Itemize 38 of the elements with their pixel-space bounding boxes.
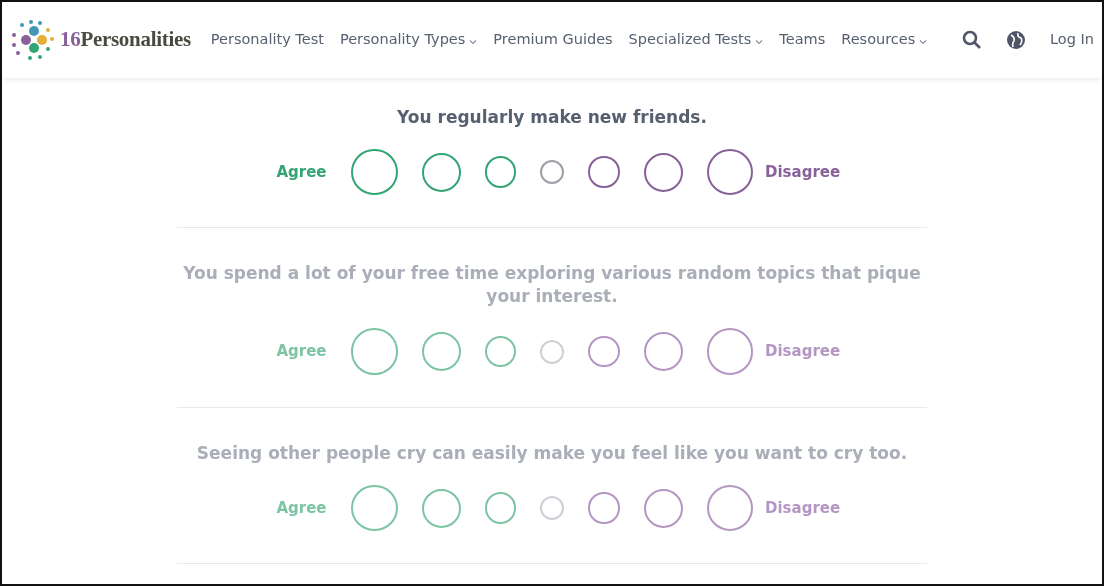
- answer-radio[interactable]: [706, 328, 753, 375]
- agree-label: Agree: [275, 161, 328, 183]
- search-icon[interactable]: [962, 30, 982, 50]
- answer-radio[interactable]: [643, 488, 683, 528]
- answer-radio[interactable]: [484, 492, 516, 524]
- nav-dropdown[interactable]: Resources: [841, 29, 928, 51]
- question-text: Seeing other people cry can easily make you feel like you want to cry too.: [195, 441, 909, 465]
- answer-radio[interactable]: [643, 332, 683, 372]
- disagree-label: Disagree: [765, 341, 840, 363]
- disagree-label: Disagree: [765, 161, 840, 183]
- answer-radio[interactable]: [421, 152, 461, 192]
- answer-radio[interactable]: [643, 152, 683, 192]
- question-text: You regularly make new friends.: [396, 106, 708, 129]
- answer-radio[interactable]: [484, 335, 516, 368]
- globe-icon[interactable]: [1006, 30, 1026, 50]
- nav-link[interactable]: Premium Guides: [493, 29, 613, 51]
- answer-radio[interactable]: [540, 160, 564, 185]
- answer-radio[interactable]: [351, 328, 398, 375]
- question-text: You spend a lot of your free time exploring various random topics that pique your interest.: [182, 262, 922, 309]
- answer-radio[interactable]: [588, 156, 620, 188]
- nav-dropdown[interactable]: Specialized Tests: [628, 29, 764, 51]
- nav-link[interactable]: Personality Test: [210, 29, 324, 51]
- answer-radio[interactable]: [484, 156, 516, 188]
- caret-icon: [919, 38, 928, 45]
- nav-link[interactable]: Teams: [779, 29, 826, 51]
- answer-radio[interactable]: [421, 488, 461, 528]
- agree-label: Agree: [275, 497, 328, 519]
- answer-radio[interactable]: [588, 492, 620, 524]
- answer-radio[interactable]: [588, 335, 620, 368]
- caret-icon: [755, 38, 764, 45]
- disagree-label: Disagree: [765, 497, 840, 519]
- agree-label: Agree: [275, 341, 328, 363]
- brand-name[interactable]: 16Personalities: [60, 24, 191, 56]
- login-link[interactable]: Log In: [1050, 29, 1094, 51]
- answer-radio[interactable]: [421, 332, 461, 372]
- nav-dropdown[interactable]: Personality Types: [339, 29, 478, 51]
- logo-icon: [10, 17, 56, 63]
- caret-icon: [469, 38, 478, 45]
